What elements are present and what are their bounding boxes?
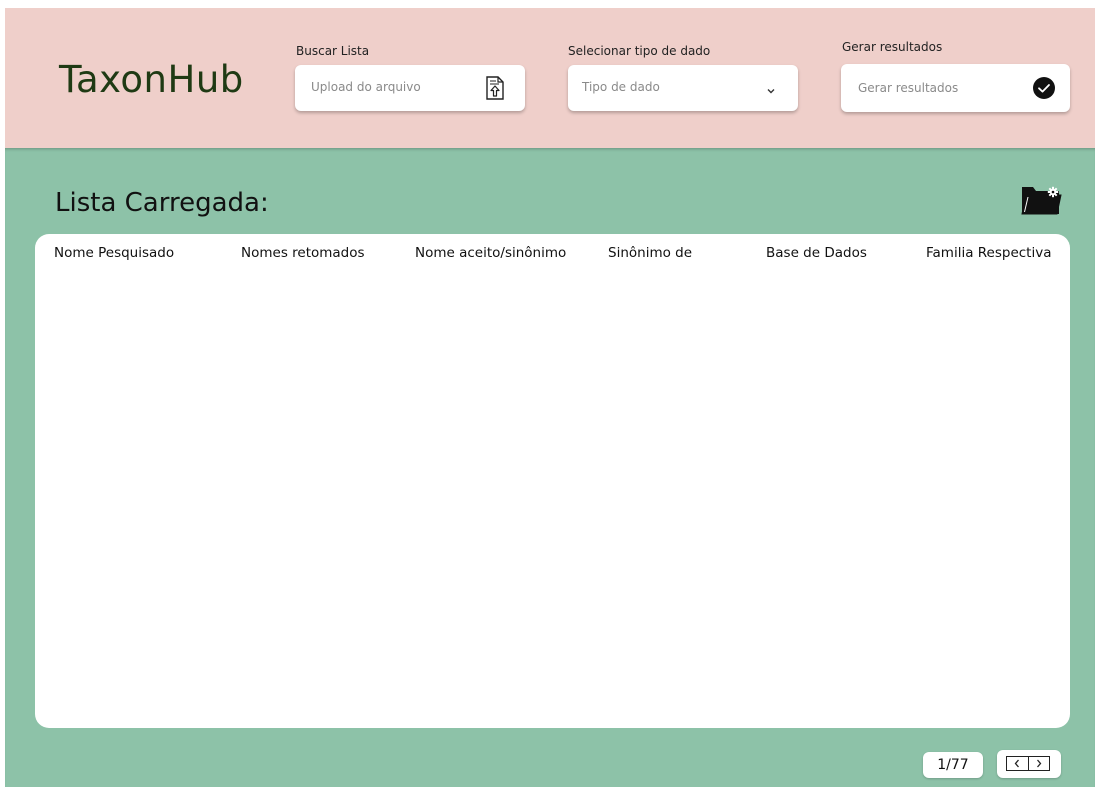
app-frame: TaxonHub Buscar Lista Upload do arquivo … (5, 8, 1095, 787)
generate-label: Gerar resultados (842, 40, 943, 54)
chevron-down-icon[interactable] (766, 82, 778, 94)
page-indicator: 1/77 (923, 752, 983, 778)
file-upload-placeholder: Upload do arquivo (311, 80, 421, 94)
generate-results-text: Gerar resultados (858, 81, 959, 95)
data-type-placeholder: Tipo de dado (582, 80, 660, 94)
main-content: Lista Carregada: Nome Pesquisado Nomes r… (5, 148, 1095, 787)
chevron-left-icon (1013, 755, 1021, 773)
next-page-button[interactable] (1027, 755, 1050, 773)
file-upload-icon[interactable] (485, 76, 509, 102)
pagination-controls (997, 750, 1061, 778)
file-upload-field[interactable]: Upload do arquivo (295, 65, 525, 111)
check-circle-icon[interactable] (1032, 76, 1056, 100)
previous-page-button[interactable] (1007, 757, 1028, 770)
header-bar: TaxonHub Buscar Lista Upload do arquivo … (5, 8, 1095, 148)
chevron-right-icon (1035, 755, 1043, 773)
column-header-nomes-retomados[interactable]: Nomes retomados (241, 245, 365, 261)
data-type-label: Selecionar tipo de dado (568, 44, 711, 58)
results-table: Nome Pesquisado Nomes retomados Nome ace… (35, 234, 1070, 728)
column-header-nome-pesquisado[interactable]: Nome Pesquisado (54, 245, 174, 261)
search-list-label: Buscar Lista (296, 44, 370, 58)
column-header-base-de-dados[interactable]: Base de Dados (766, 245, 867, 261)
column-header-nome-aceito[interactable]: Nome aceito/sinônimo (415, 245, 566, 261)
app-logo: TaxonHub (59, 58, 244, 101)
column-header-familia-respectiva[interactable]: Familia Respectiva (926, 245, 1051, 261)
pagination-button-group (1006, 756, 1050, 771)
folder-settings-icon[interactable] (1019, 183, 1063, 219)
page-title: Lista Carregada: (55, 188, 269, 218)
column-header-sinonimo-de[interactable]: Sinônimo de (608, 245, 692, 261)
data-type-select[interactable]: Tipo de dado (568, 65, 798, 111)
generate-results-button[interactable]: Gerar resultados (841, 64, 1070, 112)
